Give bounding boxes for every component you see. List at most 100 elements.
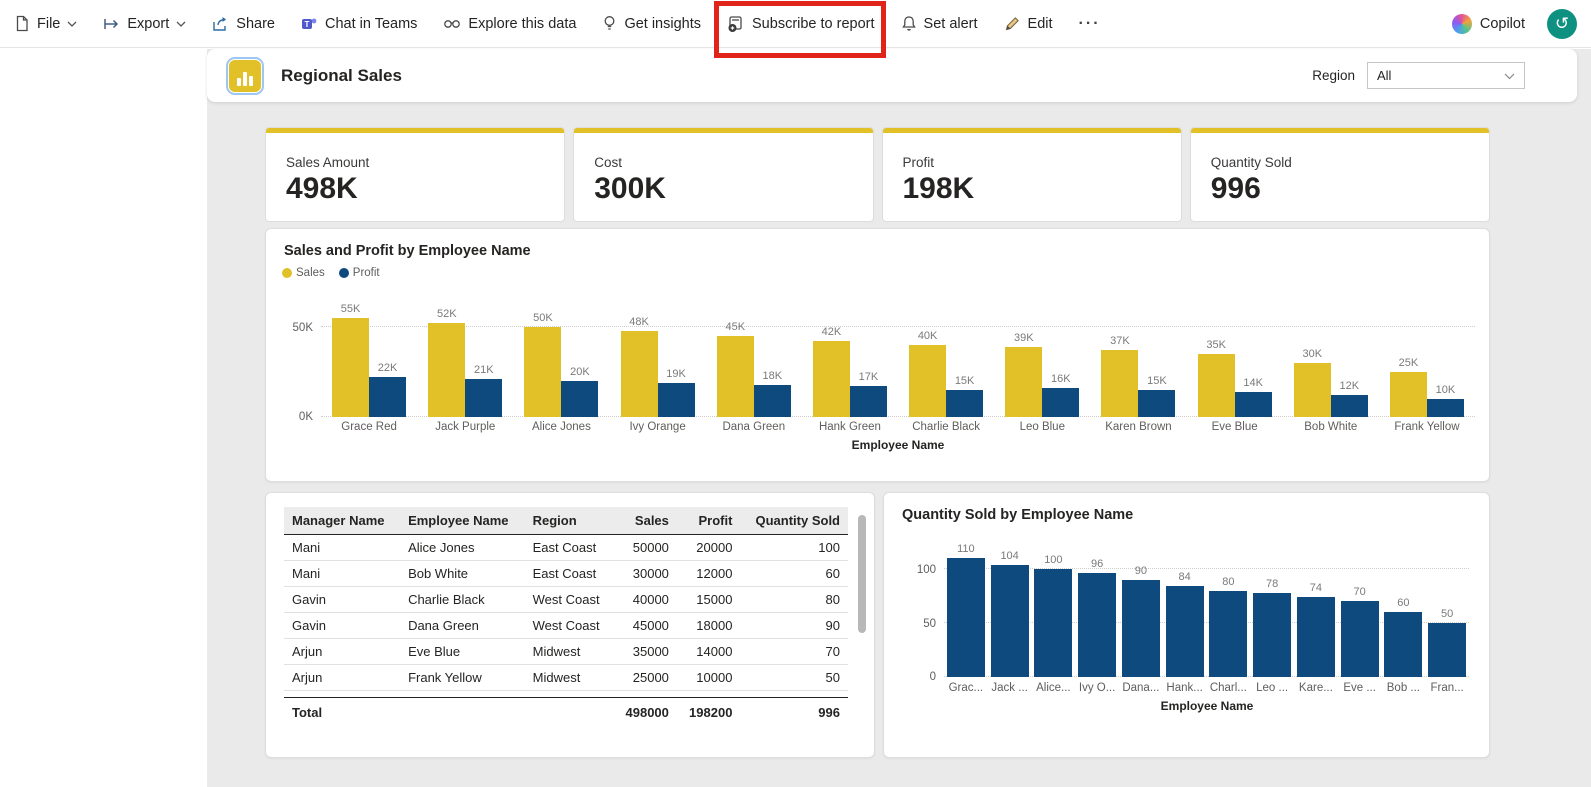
quantity-bar[interactable] [1034, 569, 1072, 677]
bar-value-label: 39K [1014, 332, 1034, 344]
table-cell: 100 [740, 535, 848, 561]
edit-button[interactable]: Edit [1004, 15, 1053, 32]
table-cell: Bob White [400, 561, 525, 587]
table-body: ManiAlice JonesEast Coast5000020000100Ma… [284, 535, 848, 726]
category-label: Hank... [1163, 682, 1207, 694]
share-button[interactable]: Share [212, 16, 275, 32]
table-row[interactable]: GavinDana GreenWest Coast450001800090 [284, 613, 848, 639]
profit-bar[interactable] [754, 385, 791, 417]
get-insights-button[interactable]: Get insights [602, 15, 701, 32]
bar-column: 25K [1390, 357, 1427, 417]
table-row[interactable]: GavinCharlie BlackWest Coast400001500080 [284, 587, 848, 613]
table-cell: Alice Jones [400, 535, 525, 561]
quantity-bar[interactable] [991, 565, 1029, 677]
profit-bar[interactable] [369, 377, 406, 417]
sales-bar[interactable] [1005, 347, 1042, 417]
profit-bar[interactable] [658, 383, 695, 417]
chat-in-teams-button[interactable]: T Chat in Teams [301, 16, 417, 32]
sales-bar[interactable] [621, 331, 658, 417]
sales-bar[interactable] [909, 345, 946, 417]
profit-bar[interactable] [1427, 399, 1464, 417]
profit-bar[interactable] [1235, 392, 1272, 417]
copilot-button[interactable]: Copilot [1452, 14, 1525, 34]
bar-column: 18K [754, 370, 791, 417]
file-menu-button[interactable]: File [14, 15, 77, 32]
table-row[interactable]: ManiAlice JonesEast Coast5000020000100 [284, 535, 848, 561]
category-label: Ivy O... [1075, 682, 1119, 694]
explore-this-data-button[interactable]: Explore this data [443, 16, 576, 32]
profit-bar[interactable] [465, 379, 502, 417]
region-dropdown[interactable]: All [1367, 62, 1525, 89]
profit-bar[interactable] [850, 386, 887, 417]
sales-bar[interactable] [1101, 350, 1138, 417]
chart-plot-area: 50K 0K 55K 22K 52K 21K 50K 20K 48K [321, 289, 1475, 417]
column-header: Quantity Sold [740, 507, 848, 535]
quantity-bar[interactable] [1209, 591, 1247, 677]
sales-bar[interactable] [1294, 363, 1331, 417]
refresh-button[interactable]: ↺ [1547, 9, 1577, 39]
bar-group: 48K 19K [610, 289, 706, 417]
category-label: Jack ... [988, 682, 1032, 694]
bar-value-label: 45K [725, 321, 745, 333]
sales-bar[interactable] [1390, 372, 1427, 417]
bar-value-label: 52K [437, 308, 457, 320]
column-header: Profit [677, 507, 741, 535]
more-options-button[interactable]: ··· [1079, 15, 1101, 33]
table-cell: 15000 [677, 587, 741, 613]
profit-bar[interactable] [1138, 390, 1175, 417]
y-axis-tick: 50 [898, 618, 936, 630]
quantity-bar[interactable] [1341, 601, 1379, 677]
bar-group: 30K 12K [1283, 289, 1379, 417]
bar-column: 15K [946, 375, 983, 417]
quantity-bar[interactable] [1253, 593, 1291, 677]
sales-bar[interactable] [1198, 354, 1235, 417]
category-label: Kare... [1294, 682, 1338, 694]
quantity-bar[interactable] [1384, 612, 1422, 677]
category-label: Eve Blue [1187, 421, 1283, 433]
sales-bar[interactable] [813, 341, 850, 417]
sales-bar[interactable] [717, 336, 754, 417]
sales-bar[interactable] [332, 318, 369, 417]
quantity-bar[interactable] [1166, 586, 1204, 677]
table-row[interactable]: ManiBob WhiteEast Coast300001200060 [284, 561, 848, 587]
bar-value-label: 15K [1147, 375, 1167, 387]
profit-bar[interactable] [946, 390, 983, 417]
quantity-bar[interactable] [947, 558, 985, 677]
report-header: Regional Sales Region All [207, 49, 1577, 102]
bar-value-label: 60 [1397, 597, 1409, 609]
bar-column: 39K [1005, 332, 1042, 417]
kpi-accent-bar [883, 128, 1181, 133]
y-axis-tick: 100 [898, 564, 936, 576]
category-label: Leo ... [1250, 682, 1294, 694]
table-row[interactable]: ArjunEve BlueMidwest350001400070 [284, 639, 848, 665]
quantity-bar[interactable] [1428, 623, 1466, 677]
category-label: Charlie Black [898, 421, 994, 433]
table-cell: Frank Yellow [400, 665, 525, 691]
table-scrollbar-thumb[interactable] [858, 515, 866, 633]
set-alert-button[interactable]: Set alert [901, 15, 978, 32]
legend-item-profit: Profit [339, 267, 380, 279]
chevron-down-icon [1504, 68, 1515, 83]
table-cell: West Coast [525, 613, 614, 639]
kpi-value: 498K [286, 172, 564, 206]
table-row[interactable]: ArjunFrank YellowMidwest250001000050 [284, 665, 848, 691]
quantity-bar[interactable] [1122, 580, 1160, 677]
export-menu-button[interactable]: Export [103, 16, 186, 32]
profit-bar[interactable] [561, 381, 598, 417]
sales-bar[interactable] [428, 323, 465, 417]
quantity-bar[interactable] [1078, 573, 1116, 677]
profit-bar[interactable] [1042, 388, 1079, 417]
sales-bar[interactable] [524, 327, 561, 417]
quantity-bar[interactable] [1297, 597, 1335, 677]
toolbar-right-group: Copilot ↺ [1452, 9, 1577, 39]
binoculars-icon [443, 16, 461, 32]
subscribe-to-report-label: Subscribe to report [752, 16, 875, 32]
bar-group: 60 [1382, 537, 1426, 677]
subscribe-to-report-button[interactable]: Subscribe to report [727, 15, 875, 33]
bar-column: 48K [621, 316, 658, 417]
profit-bar[interactable] [1331, 395, 1368, 417]
category-label: Frank Yellow [1379, 421, 1475, 433]
bar-value-label: 14K [1243, 377, 1263, 389]
table-cell: Mani [284, 535, 400, 561]
category-label: Grace Red [321, 421, 417, 433]
